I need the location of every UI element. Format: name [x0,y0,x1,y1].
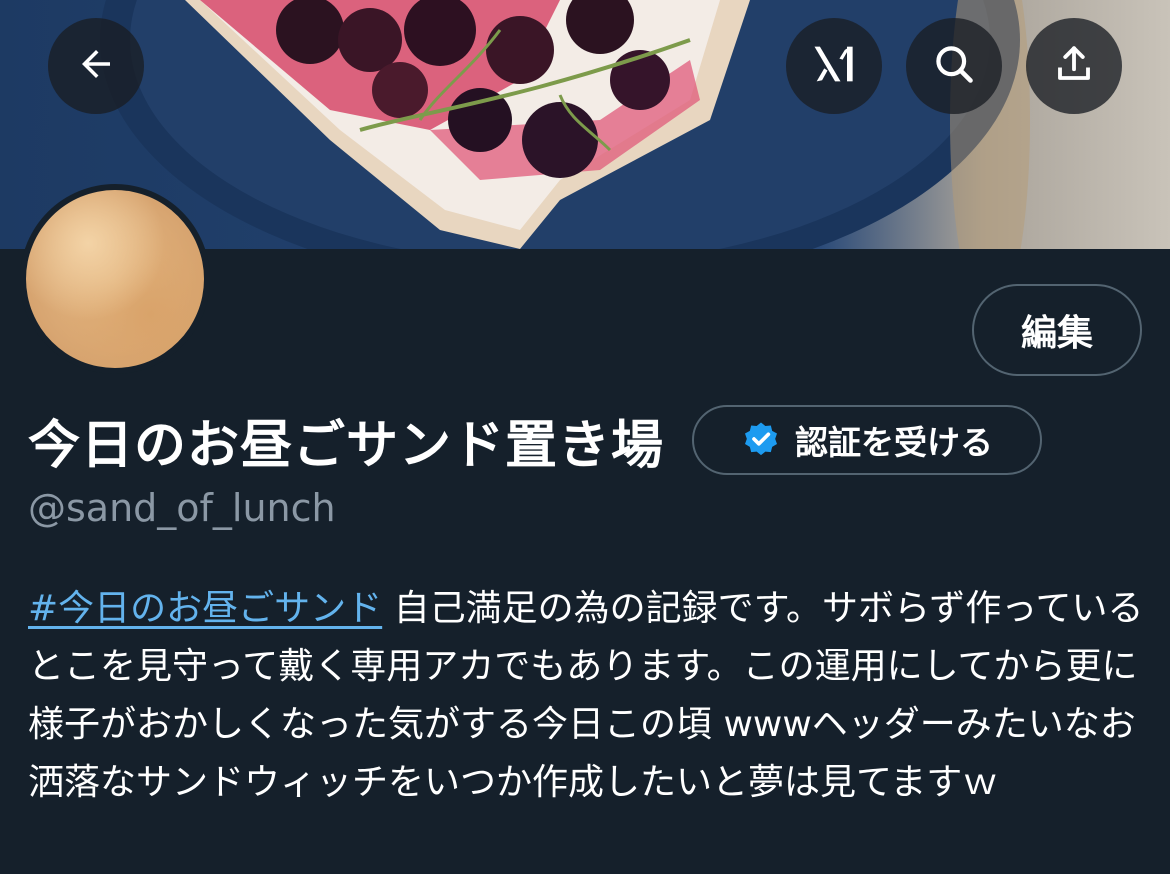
name-row: 今日のお昼ごサンド置き場 認証を受ける [28,398,1043,482]
search-icon [932,42,976,90]
arrow-left-icon [75,43,117,89]
profile-page: 編集 今日のお昼ごサンド置き場 認証を受ける @sand_of_lunch #今… [0,0,1170,874]
search-button[interactable] [906,18,1002,114]
bio-hashtag-link[interactable]: #今日のお昼ごサンド [28,588,382,629]
edit-profile-button[interactable]: 編集 [972,284,1142,376]
get-verified-button[interactable]: 認証を受ける [692,405,1043,475]
grok-icon [808,38,860,94]
verified-badge-icon [741,420,781,460]
get-verified-label: 認証を受ける [795,423,994,462]
share-icon [1053,43,1095,89]
share-button[interactable] [1026,18,1122,114]
bio: #今日のお昼ごサンド 自己満足の為の記録です。サボらず作っているとこを見守って戴… [28,580,1148,812]
back-button[interactable] [48,18,144,114]
avatar[interactable] [20,184,210,374]
avatar-image [26,190,204,368]
grok-button[interactable] [786,18,882,114]
display-name: 今日のお昼ごサンド置き場 [28,415,665,476]
handle: @sand_of_lunch [28,486,336,530]
